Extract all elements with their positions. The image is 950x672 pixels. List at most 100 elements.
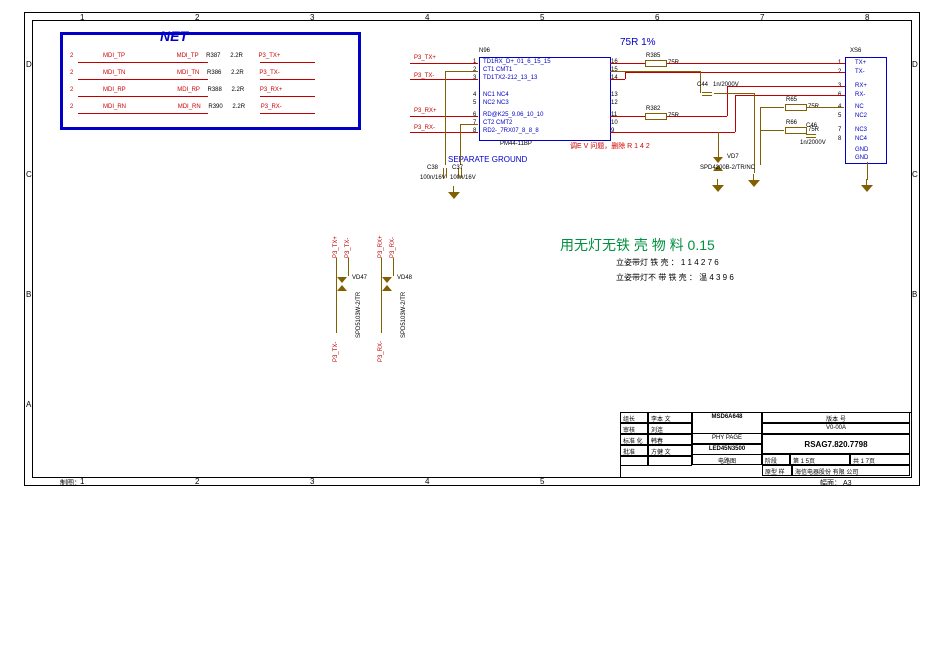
grid-row: B bbox=[912, 290, 917, 299]
wire bbox=[625, 72, 845, 73]
tb-cell: 审核 bbox=[620, 423, 648, 434]
wire bbox=[760, 130, 784, 131]
tb-cell: 标准 化 bbox=[620, 434, 648, 445]
wire bbox=[867, 162, 868, 180]
ic-pin: CT1 CMT1 bbox=[483, 67, 512, 73]
wire bbox=[381, 258, 382, 333]
grid-col: 2 bbox=[195, 13, 199, 22]
grid-col: 1 bbox=[80, 13, 84, 22]
tvs-diode bbox=[382, 277, 392, 291]
wire bbox=[410, 132, 478, 133]
net-label: P3_RX- bbox=[378, 341, 384, 362]
ic-part: PM44-11BP bbox=[500, 141, 532, 147]
ref: R385 bbox=[646, 53, 660, 59]
conn-pin: RX+ bbox=[855, 83, 867, 89]
net-row: 2 MDI_TP MDI_TP R387 2.2R P3_TX+ bbox=[70, 53, 350, 59]
sub-note: 立姿带灯不 带 铁 壳 ： 温 4 3 9 6 bbox=[616, 272, 734, 283]
tb-cell: 版本 号 bbox=[762, 412, 910, 423]
wire bbox=[714, 93, 754, 94]
net-row: 2 MDI_RP MDI_RP R388 2.2R P3_RX+ bbox=[70, 87, 350, 93]
conn-pin: NC3 bbox=[855, 127, 867, 133]
grid-row: D bbox=[912, 60, 918, 69]
cap bbox=[702, 92, 712, 96]
schematic-sheet: 1 2 3 4 5 6 7 8 1 2 3 4 5 D C B A D C B … bbox=[0, 0, 950, 672]
net-box bbox=[60, 32, 361, 130]
wire bbox=[807, 107, 844, 108]
wire bbox=[260, 62, 315, 63]
ic-pin: TD1RX_D+_01_6_15_15 bbox=[483, 59, 551, 65]
ic-pin: RD2-_7RX07_8_8_8 bbox=[483, 128, 539, 134]
pin-num: 15 bbox=[611, 67, 618, 73]
grid-row: C bbox=[26, 170, 32, 179]
pin-num: 8 bbox=[473, 128, 476, 134]
tb-cell bbox=[620, 466, 692, 476]
grid-col: 2 bbox=[195, 477, 199, 486]
tb-cell: MSD6A648 bbox=[692, 412, 762, 434]
tb-cell: LED45N3500 bbox=[692, 444, 762, 455]
tb-label: 幅面： A3 bbox=[820, 478, 852, 488]
net-label: P3_RX- bbox=[390, 237, 396, 258]
conn-pin: GND bbox=[855, 155, 868, 161]
pin-num: 5 bbox=[473, 100, 476, 106]
pin-num: 5 bbox=[838, 113, 841, 119]
wire bbox=[393, 258, 394, 276]
wire bbox=[610, 63, 645, 64]
resistor bbox=[645, 60, 667, 67]
wire bbox=[410, 63, 478, 64]
ref: C44 bbox=[697, 82, 708, 88]
net-label: P3_RX+ bbox=[378, 235, 384, 258]
ic-pin: TD1TX2-212_13_13 bbox=[483, 75, 537, 81]
wire bbox=[760, 107, 761, 165]
wire bbox=[735, 95, 736, 132]
wire bbox=[78, 113, 208, 114]
wire bbox=[260, 113, 315, 114]
pin-num: 7 bbox=[838, 127, 841, 133]
wire bbox=[667, 63, 845, 64]
tb-cell: 组长 bbox=[620, 412, 648, 423]
wire bbox=[78, 62, 208, 63]
wire bbox=[445, 71, 446, 165]
wire bbox=[410, 79, 478, 80]
green-note: 用无灯无铁 壳 物 料 0.15 bbox=[560, 235, 715, 255]
red-note: 调E V 问题，删除 R 1 4 2 bbox=[570, 141, 650, 151]
pin-num: 9 bbox=[611, 128, 614, 134]
grid-col: 3 bbox=[310, 477, 314, 486]
net-row: 2 MDI_RN MDI_RN R390 2.2R P3_RX- bbox=[70, 104, 350, 110]
grid-col: 5 bbox=[540, 477, 544, 486]
ref: C38 bbox=[427, 165, 438, 171]
grid-row: C bbox=[912, 170, 918, 179]
conn-pin: NC2 bbox=[855, 113, 867, 119]
pin-num: 2 bbox=[473, 67, 476, 73]
pin-num: 11 bbox=[611, 112, 617, 118]
net-label: P3_RX+ bbox=[414, 108, 437, 114]
pin-num: 6 bbox=[473, 112, 476, 118]
conn-ref: XS6 bbox=[850, 48, 861, 54]
tb-cell bbox=[648, 456, 692, 466]
tb-cell: 电路图 bbox=[692, 455, 762, 465]
wire bbox=[78, 96, 208, 97]
wire bbox=[727, 86, 728, 116]
tb-cell: 批准 bbox=[620, 445, 648, 456]
pin-num: 14 bbox=[611, 75, 618, 81]
pin-num: 10 bbox=[611, 120, 618, 126]
wire bbox=[754, 93, 755, 173]
conn-pin: RX- bbox=[855, 92, 865, 98]
ref: R65 bbox=[786, 97, 797, 103]
net-label: P3_TX+ bbox=[333, 236, 339, 258]
grid-col: 5 bbox=[540, 13, 544, 22]
wire bbox=[718, 132, 719, 157]
wire bbox=[336, 258, 337, 333]
tb-cell: V0-00A bbox=[762, 423, 910, 434]
wire bbox=[445, 71, 478, 72]
conn-pin: NC4 bbox=[855, 136, 867, 142]
pin-num: 1 bbox=[473, 59, 476, 65]
pin-num: 12 bbox=[611, 100, 618, 106]
grid-col: 3 bbox=[310, 13, 314, 22]
val: 75R bbox=[808, 127, 819, 133]
net-label: P3_TX- bbox=[333, 342, 339, 362]
ref: VD48 bbox=[397, 275, 412, 281]
wire bbox=[260, 79, 315, 80]
tb-cell: 刘连 bbox=[648, 423, 692, 434]
tb-cell: 第 1 5页 bbox=[790, 454, 850, 465]
resistor bbox=[785, 127, 807, 134]
